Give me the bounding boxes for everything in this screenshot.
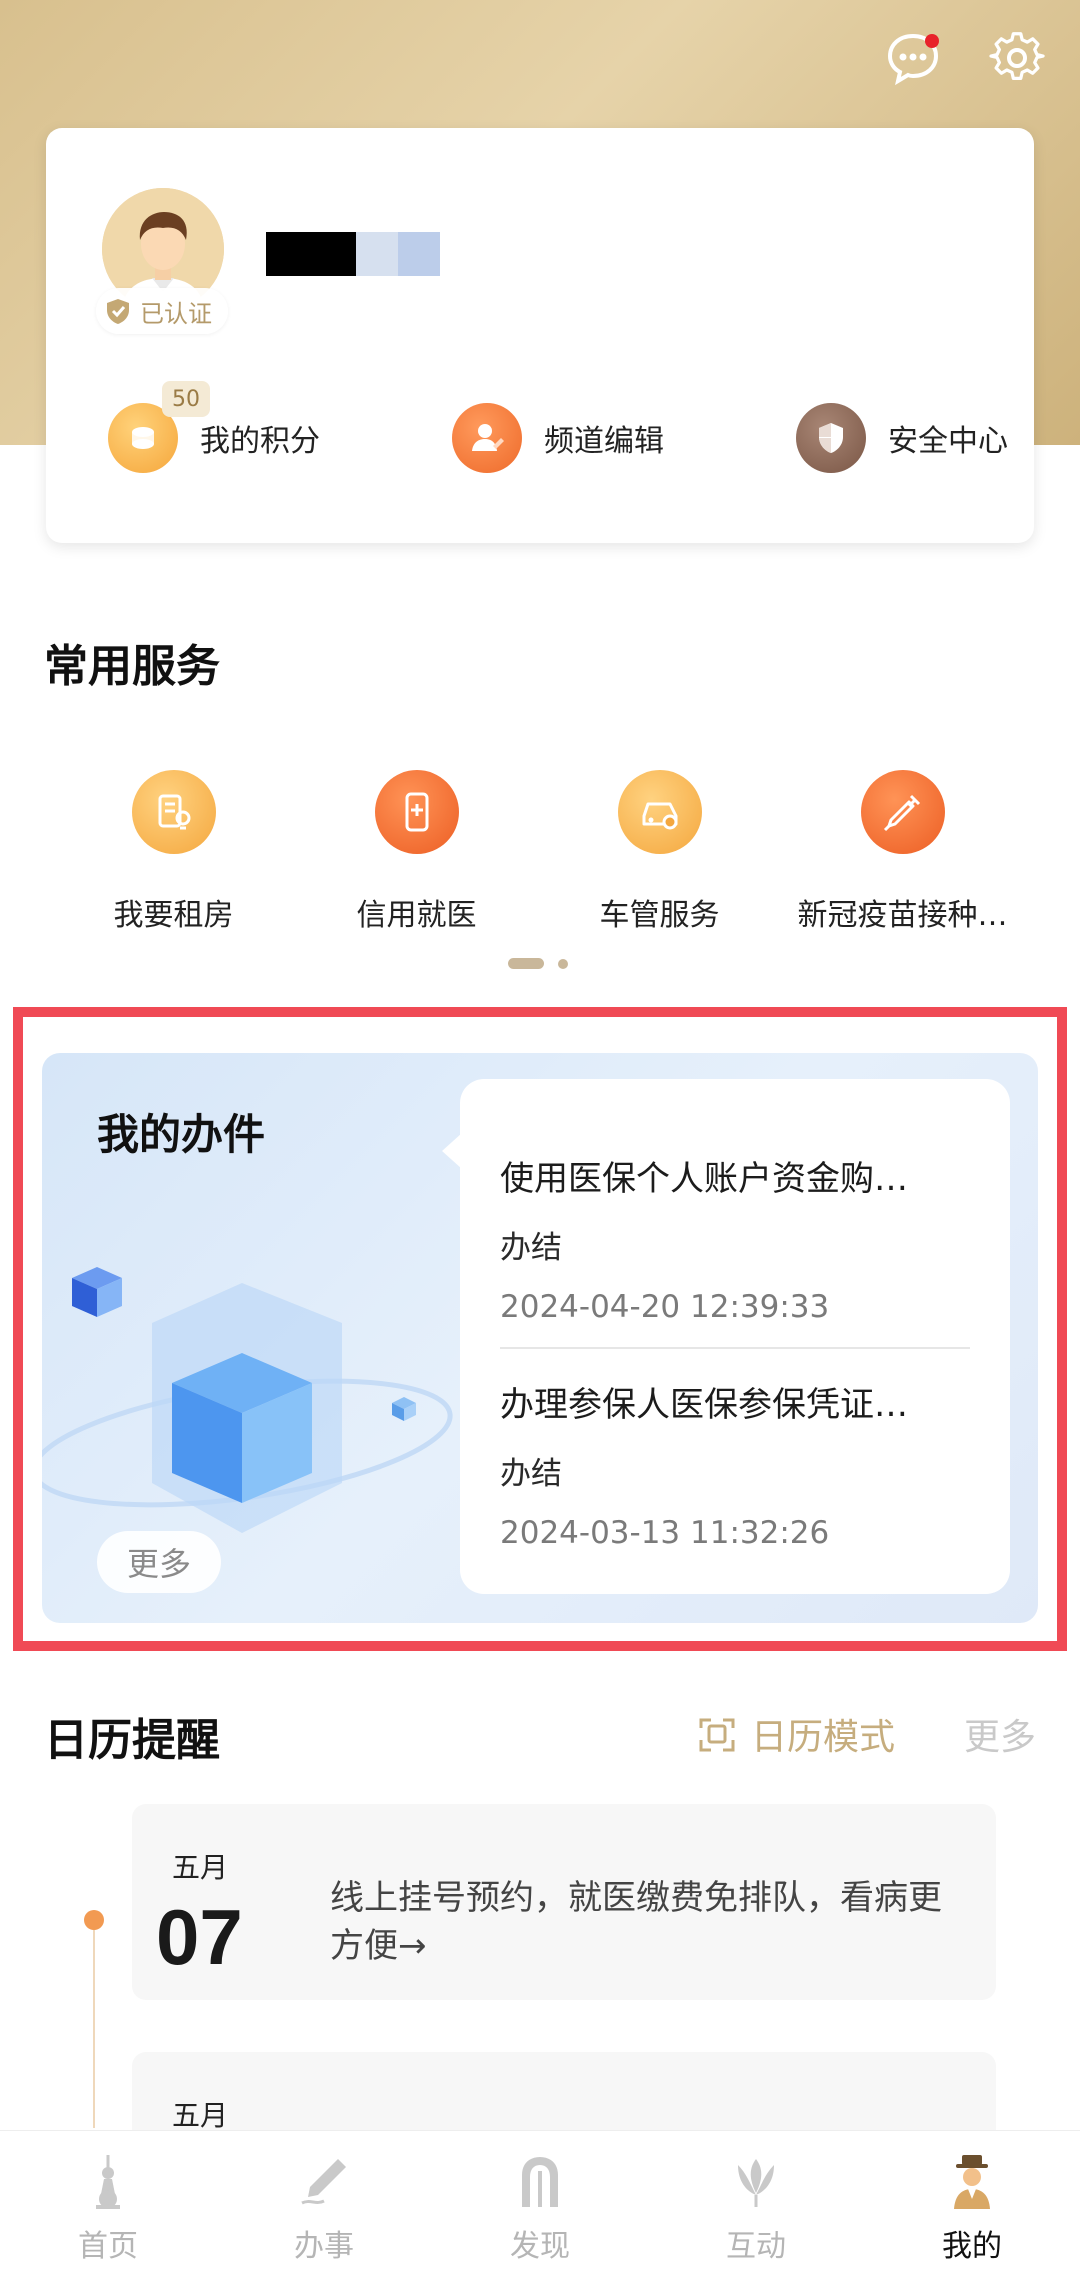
service-credit-medical[interactable]: 信用就医	[295, 770, 538, 934]
pen-icon	[301, 2159, 346, 2205]
my-work-list: 使用医保个人账户资金购… 办结 2024-04-20 12:39:33 办理参保…	[442, 1079, 1010, 1594]
service-vehicle[interactable]: 车管服务	[538, 770, 781, 934]
tab-discover[interactable]: 发现	[432, 2131, 648, 2274]
gear-icon	[989, 32, 1045, 80]
tab-mine[interactable]: 我的	[864, 2131, 1080, 2274]
verified-label: 已认证	[140, 299, 212, 328]
rent-house-icon	[131, 770, 216, 854]
unread-dot	[925, 34, 939, 48]
syringe-icon	[860, 770, 945, 854]
medical-phone-icon	[374, 770, 459, 854]
pager-dot	[558, 958, 568, 969]
bottom-tab-bar: 首页 办事 发现 互动 我的	[0, 2130, 1080, 2274]
timeline-dot	[84, 1910, 104, 1930]
quick-action-label: 我的积分	[200, 424, 320, 459]
my-work-title: 我的办件	[97, 1110, 266, 1159]
tulip-icon	[738, 2159, 774, 2207]
services-pager	[508, 958, 568, 969]
service-label: 信用就医	[356, 898, 477, 933]
calendar-switch-icon	[699, 1718, 735, 1752]
tab-label: 互动	[726, 2229, 786, 2264]
shield-check-icon	[107, 299, 129, 324]
service-label: 我要租房	[113, 898, 234, 933]
message-button[interactable]	[885, 30, 941, 86]
arch-icon	[522, 2157, 558, 2207]
work-item-status: 办结	[500, 1456, 562, 1492]
quick-actions: 50 我的积分 频道编辑 安全中心	[108, 381, 1008, 473]
pager-dot-active	[508, 958, 544, 969]
work-item[interactable]: 办理参保人医保参保凭证… 办结 2024-03-13 11:32:26	[500, 1347, 970, 1551]
calendar-entry-text: 线上挂号预约，就医缴费免排队，看病更方便→	[330, 1878, 942, 1966]
my-work-card[interactable]: 我的办件 更多 使用医保个人账户资金购… 办结 2024-04-20 12:39…	[42, 1053, 1038, 1623]
work-item-time: 2024-03-13 11:32:26	[500, 1515, 830, 1551]
work-item[interactable]: 使用医保个人账户资金购… 办结 2024-04-20 12:39:33	[500, 1079, 970, 1325]
shield-icon	[796, 403, 866, 473]
points-badge: 50	[162, 381, 210, 417]
calendar-entry-month: 五月	[172, 1851, 229, 1884]
tab-label: 办事	[294, 2229, 354, 2264]
profile-card: 已认证 50 我的积分 频道编辑 安全中心	[46, 128, 1034, 543]
calendar-more-button[interactable]: 更多	[964, 1708, 1036, 1760]
user-edit-icon	[452, 403, 522, 473]
tab-label: 首页	[78, 2229, 138, 2264]
tab-label: 我的	[942, 2229, 1002, 2264]
security-center-button[interactable]: 安全中心	[796, 403, 1008, 473]
common-services-grid: 我要租房 信用就医 车管服务 新冠疫苗接种…	[0, 770, 1080, 934]
tab-services[interactable]: 办事	[216, 2131, 432, 2274]
car-icon	[617, 770, 702, 854]
channel-edit-button[interactable]: 频道编辑	[452, 403, 664, 473]
calendar-mode-label: 日历模式	[751, 1717, 896, 1758]
timeline-line	[93, 1918, 95, 2128]
service-label: 车管服务	[599, 898, 720, 933]
calendar-entry[interactable]: 五月 07 线上挂号预约，就医缴费免排队，看病更方便→	[132, 1804, 996, 2000]
calendar-title: 日历提醒	[44, 1715, 220, 1766]
quick-action-label: 安全中心	[888, 424, 1008, 459]
tab-label: 发现	[510, 2229, 570, 2264]
service-rent-house[interactable]: 我要租房	[52, 770, 295, 934]
tab-home[interactable]: 首页	[0, 2131, 216, 2274]
service-vaccine[interactable]: 新冠疫苗接种…	[781, 770, 1024, 934]
my-work-more-button[interactable]: 更多	[97, 1531, 221, 1593]
calendar-entry-day: 07	[156, 1893, 243, 1981]
work-item-title: 使用医保个人账户资金购…	[500, 1159, 908, 1199]
person-hat-icon	[954, 2155, 990, 2209]
username-redacted	[266, 232, 440, 276]
my-points-button[interactable]: 50 我的积分	[108, 381, 320, 473]
work-item-time: 2024-04-20 12:39:33	[500, 1289, 830, 1325]
calendar-mode-button[interactable]: 日历模式	[697, 1708, 895, 1760]
service-label: 新冠疫苗接种…	[797, 898, 1008, 933]
calendar-entry-month: 五月	[172, 2099, 229, 2132]
settings-button[interactable]	[989, 30, 1045, 86]
work-item-title: 办理参保人医保参保凭证…	[500, 1385, 908, 1425]
verified-badge: 已认证	[96, 288, 228, 334]
common-services-title: 常用服务	[44, 641, 220, 692]
calendar-entry[interactable]: 五月	[132, 2052, 996, 2142]
work-item-status: 办结	[500, 1230, 562, 1266]
tower-icon	[96, 2155, 120, 2209]
tab-interact[interactable]: 互动	[648, 2131, 864, 2274]
header-actions	[885, 30, 1045, 86]
quick-action-label: 频道编辑	[544, 424, 664, 459]
